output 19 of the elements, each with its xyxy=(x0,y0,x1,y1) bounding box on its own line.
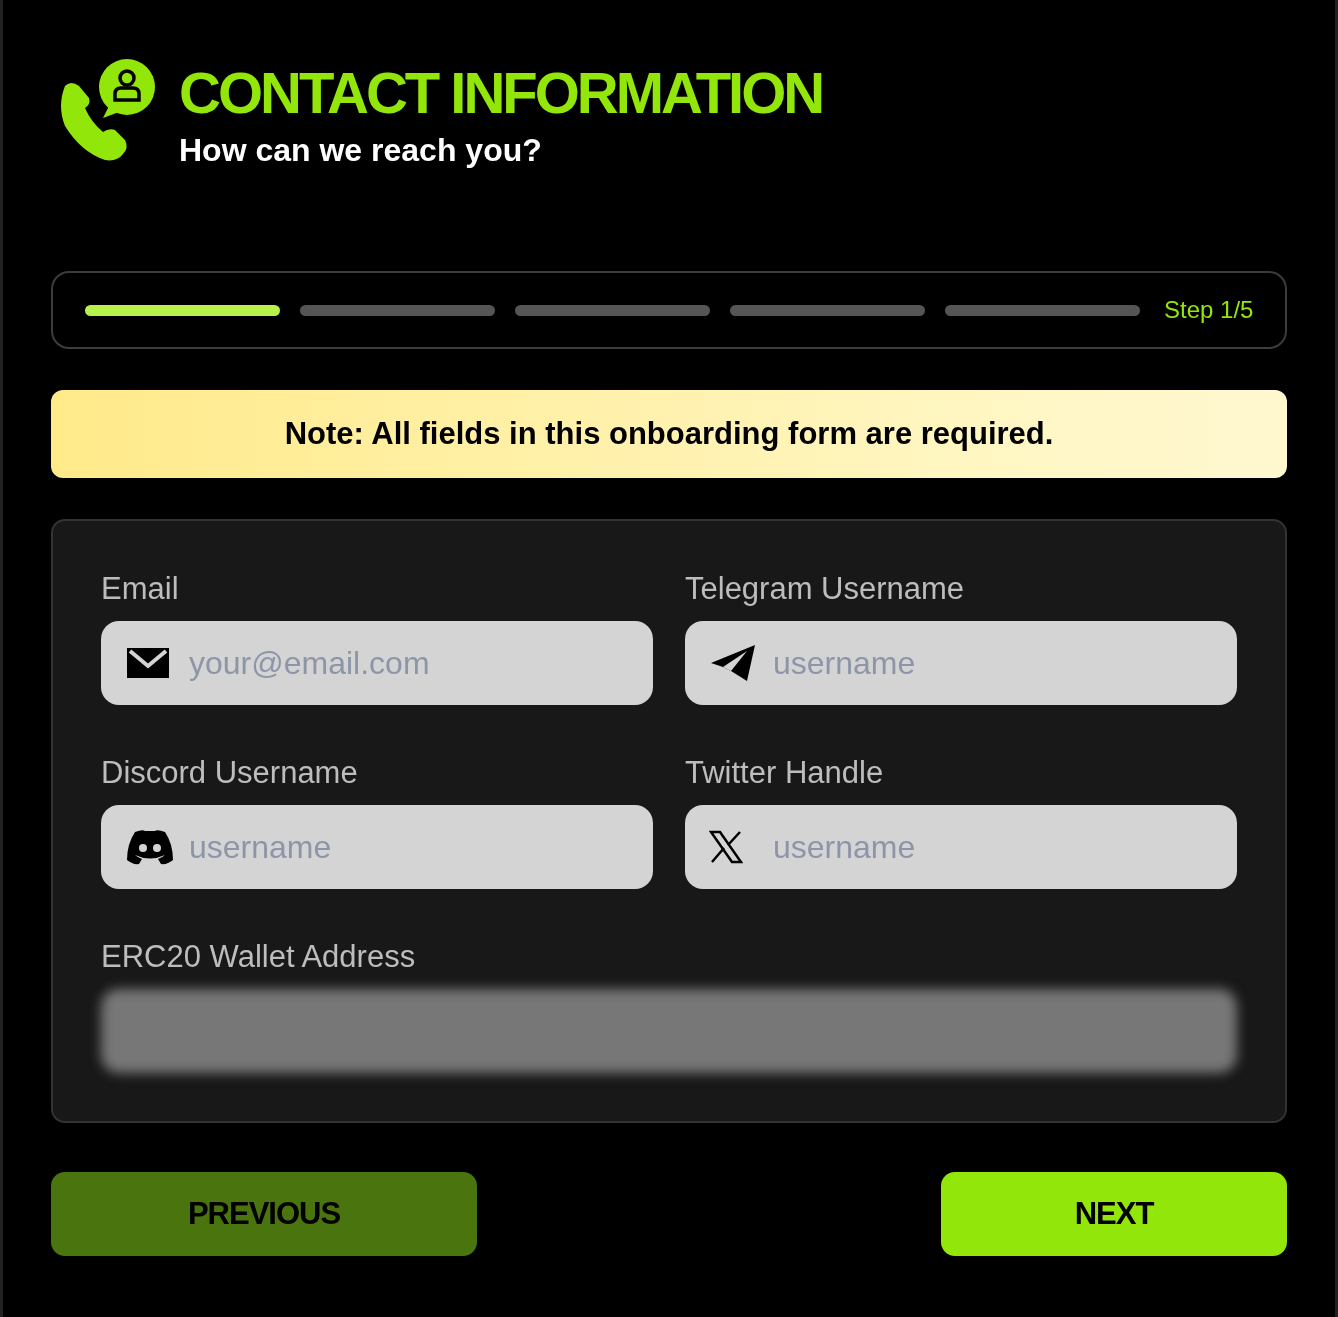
note-banner: Note: All fields in this onboarding form are required. xyxy=(51,390,1287,478)
page-subtitle: How can we reach you? xyxy=(179,132,543,169)
previous-button[interactable]: PREVIOUS xyxy=(51,1172,477,1256)
input-field[interactable]: username xyxy=(685,621,1237,705)
field-label: Email xyxy=(101,571,180,607)
step-counter: Step 1/5 xyxy=(1164,296,1254,324)
next-button[interactable]: NEXT xyxy=(941,1172,1287,1256)
input-field[interactable]: username xyxy=(101,805,653,889)
page-title: CONTACT INFORMATION xyxy=(179,64,823,122)
game-controller-icon xyxy=(125,828,175,866)
field-label: ERC20 Wallet Address xyxy=(101,939,417,975)
input-field[interactable]: username xyxy=(685,805,1237,889)
x-logo-icon xyxy=(709,830,743,864)
field-label: Discord Username xyxy=(101,755,359,791)
input-field[interactable]: your@email.com xyxy=(101,621,653,705)
envelope-icon xyxy=(125,646,171,680)
field-label: Twitter Handle xyxy=(685,755,885,791)
paper-plane-icon xyxy=(709,643,757,683)
field-label: Telegram Username xyxy=(685,571,966,607)
